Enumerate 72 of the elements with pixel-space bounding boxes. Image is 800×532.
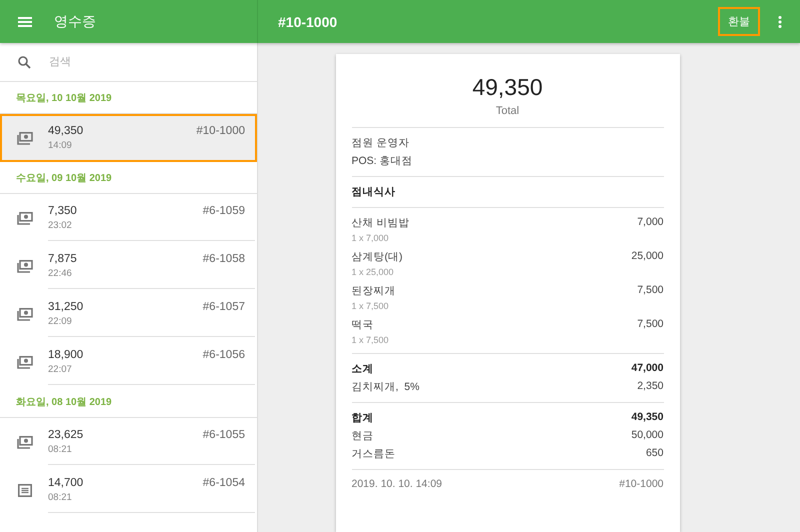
subtotal-value: 47,000 (631, 362, 664, 376)
receipt-number: #6-1054 (202, 476, 245, 488)
receipt-number: #6-1056 (202, 348, 245, 360)
search-icon (18, 56, 31, 68)
item-price: 7,500 (637, 318, 664, 332)
item-detail: 1 x 25,000 (352, 267, 395, 277)
receipt-amount: 23,625 (48, 428, 84, 440)
cash-icon (17, 212, 33, 224)
total-value: 49,350 (631, 411, 664, 425)
receipt-list-item[interactable]: 7,350 #6-1059 23:02 (0, 194, 257, 242)
tax-label: 김치찌개, 5% (352, 380, 420, 394)
total-label: Total (496, 105, 520, 117)
total-amount: 49,350 (472, 74, 543, 101)
date-header: 목요일, 10 10월 2019 (16, 92, 112, 104)
receipt-number: #6-1057 (202, 300, 245, 312)
item-detail: 1 x 7,500 (352, 335, 390, 345)
item-name: 떡국 (352, 318, 374, 332)
cash-icon (17, 436, 33, 448)
total-label: 합계 (352, 411, 374, 425)
item-detail: 1 x 7,500 (352, 301, 390, 311)
receipt-time: 22:09 (48, 316, 73, 326)
receipt-time: 14:09 (48, 140, 73, 151)
tax-value: 2,350 (637, 380, 664, 394)
item-detail: 1 x 7,000 (352, 233, 390, 243)
receipt-time: 08:21 (48, 492, 73, 502)
cash-icon (17, 260, 33, 272)
receipt-title: #10-1000 (278, 14, 338, 30)
receipt-time: 22:07 (48, 364, 73, 374)
cashier-text: 점원 운영자 (352, 136, 410, 150)
item-name: 산채 비빔밥 (352, 216, 410, 230)
receipt-list-item[interactable]: 18,900 #6-1056 22:07 (0, 338, 257, 386)
menu-icon[interactable] (18, 16, 32, 26)
receipt-amount: 31,250 (48, 300, 84, 312)
item-price: 7,500 (637, 284, 664, 298)
receipt-list-item[interactable]: 23,625 #6-1055 08:21 (0, 418, 257, 466)
more-options-icon[interactable] (778, 16, 782, 28)
date-header: 화요일, 08 10월 2019 (16, 396, 112, 408)
item-name: 된장찌개 (352, 284, 396, 298)
pos-text: POS: 홍대점 (352, 154, 414, 168)
receipt-datetime: 2019. 10. 10. 14:09 (352, 478, 442, 490)
payment-label: 현금 (352, 429, 374, 443)
payment-label: 거스름돈 (352, 447, 396, 461)
receipt-number: #6-1058 (202, 252, 245, 264)
receipt-time: 22:46 (48, 268, 73, 278)
subtotal-label: 소계 (352, 362, 374, 376)
receipt-amount: 18,900 (48, 348, 84, 360)
receipt-amount: 7,350 (48, 204, 77, 216)
dining-option: 점내식사 (352, 185, 664, 199)
receipt-list-item[interactable]: 14,700 #6-1054 08:21 (0, 466, 257, 514)
date-header: 수요일, 09 10월 2019 (16, 172, 112, 184)
cash-icon (17, 308, 33, 320)
document-icon (17, 484, 33, 496)
receipt-number: #6-1059 (202, 204, 245, 216)
receipt-time: 23:02 (48, 220, 73, 230)
payment-value: 650 (646, 447, 664, 461)
receipt-number: #6-1055 (202, 428, 245, 440)
receipt-time: 08:21 (48, 444, 73, 454)
item-name: 삼계탕(대) (352, 250, 402, 264)
app-title: 영수증 (54, 12, 96, 30)
receipt-amount: 14,700 (48, 476, 84, 488)
receipt-amount: 49,350 (48, 125, 84, 137)
item-price: 25,000 (631, 250, 664, 264)
cash-icon (17, 132, 33, 144)
item-price: 7,000 (637, 216, 664, 230)
receipt-list-item[interactable]: 31,250 #6-1057 22:09 (0, 290, 257, 338)
receipt-number: #10-1000 (196, 125, 245, 137)
receipt-list-item[interactable]: 7,875 #6-1058 22:46 (0, 242, 257, 290)
receipt-amount: 7,875 (48, 252, 77, 264)
payment-value: 50,000 (631, 429, 664, 443)
receipt-list-item[interactable]: 49,350 #10-1000 14:09 (0, 114, 257, 162)
receipt-number: #10-1000 (619, 478, 664, 490)
cash-icon (17, 356, 33, 368)
